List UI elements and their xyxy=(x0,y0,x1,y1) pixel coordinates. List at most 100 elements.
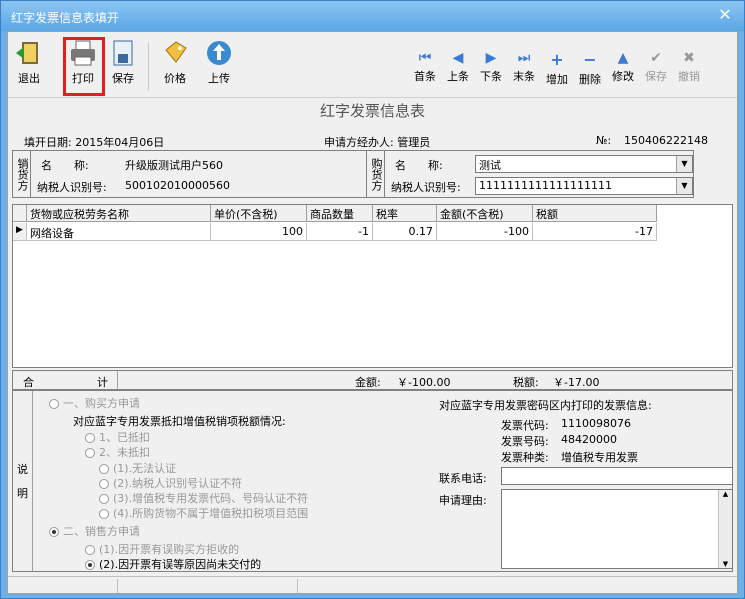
upload-label: 上传 xyxy=(208,72,230,85)
chevron-down-icon[interactable]: ▼ xyxy=(676,156,692,172)
col-header[interactable]: 货物或应税劳务名称 xyxy=(27,205,211,222)
upload-globe-icon xyxy=(207,41,231,65)
client-area: 退出 打印 保存 价格 上传 ⏮ 首条 ◀ 上条 ▶ 下条 ⏭ 末条 + 增加 … xyxy=(7,31,738,594)
save-button[interactable]: 保存 xyxy=(108,38,138,86)
seller-apply-label: 二、销售方申请 xyxy=(63,525,140,538)
scroll-down-icon[interactable]: ▼ xyxy=(719,560,732,568)
radio-icon xyxy=(85,433,95,443)
reason-textarea[interactable]: ▲ ▼ xyxy=(501,489,733,569)
row-header-corner xyxy=(13,205,27,222)
items-table[interactable]: 货物或应税劳务名称 单价(不含税) 商品数量 税率 金额(不含税) 税额 ▶ 网… xyxy=(12,204,733,368)
table-cell[interactable]: -100 xyxy=(437,223,533,241)
exit-button[interactable]: 退出 xyxy=(14,38,44,86)
radio-icon xyxy=(99,509,109,519)
radio-not-deducted[interactable]: 2、未抵扣 xyxy=(85,444,150,460)
next-button[interactable]: ▶ 下条 xyxy=(476,50,506,84)
title-bar: 红字发票信息表填开 ✕ xyxy=(1,1,744,31)
chevron-down-icon[interactable]: ▼ xyxy=(676,178,692,194)
table-cell[interactable]: 0.17 xyxy=(373,223,437,241)
radio-icon xyxy=(85,560,95,570)
add-label: 增加 xyxy=(546,73,568,86)
col-header[interactable]: 金额(不含税) xyxy=(437,205,533,222)
col-header[interactable]: 单价(不含税) xyxy=(211,205,307,222)
buyer-tax-combo[interactable]: 1111111111111111111 ▼ xyxy=(475,177,693,195)
last-button[interactable]: ⏭ 末条 xyxy=(509,50,539,84)
toolbar: 退出 打印 保存 价格 上传 ⏮ 首条 ◀ 上条 ▶ 下条 ⏭ 末条 + 增加 … xyxy=(8,32,737,98)
last-label: 末条 xyxy=(513,70,535,83)
buyer-name-value: 测试 xyxy=(479,159,501,172)
close-icon[interactable]: ✕ xyxy=(714,5,736,25)
seller-name-label: 名 称: xyxy=(41,159,89,172)
radio-sub2[interactable]: (2).纳税人识别号认证不符 xyxy=(99,475,242,491)
notes-side-label-2: 明 xyxy=(17,487,28,500)
prev-button[interactable]: ◀ 上条 xyxy=(443,50,473,84)
seller-tax-value: 500102010000560 xyxy=(125,179,230,192)
num-label: 发票号码: xyxy=(501,435,549,448)
price-label: 价格 xyxy=(164,72,186,85)
invoice-no-value: 150406222148 xyxy=(624,134,708,147)
table-cell[interactable]: -1 xyxy=(307,223,373,241)
buyer-name-combo[interactable]: 测试 ▼ xyxy=(475,155,693,173)
radio-sub1[interactable]: (1).无法认证 xyxy=(99,460,176,476)
radio-icon xyxy=(49,527,59,537)
s1-label: (1).因开票有误购买方拒收的 xyxy=(99,543,240,556)
toolbar-separator xyxy=(148,42,149,90)
notes-side: 说 明 xyxy=(13,391,33,571)
prev-icon: ◀ xyxy=(452,50,464,66)
radio-seller-apply[interactable]: 二、销售方申请 xyxy=(49,523,140,539)
seller-box: 销货方 名 称: 升级版测试用户560 纳税人识别号: 500102010000… xyxy=(12,150,368,198)
radio-buyer-apply[interactable]: 一、购买方申请 xyxy=(49,395,140,411)
radio-sub4[interactable]: (4).所购货物不属于增值税扣税项目范围 xyxy=(99,505,308,521)
radio-deducted[interactable]: 1、已抵扣 xyxy=(85,429,150,445)
sub1-label: (1).无法认证 xyxy=(113,462,177,475)
code-label: 发票代码: xyxy=(501,419,549,432)
buyer-box: 购货方 名 称: 测试 ▼ 纳税人识别号: 111111111111111111… xyxy=(366,150,694,198)
radio-icon xyxy=(85,545,95,555)
next-label: 下条 xyxy=(480,70,502,83)
sub4-label: (4).所购货物不属于增值税扣税项目范围 xyxy=(113,507,309,520)
table-cell[interactable]: -17 xyxy=(533,223,657,241)
invoice-no-label: №: xyxy=(596,134,612,147)
table-cell[interactable]: 网络设备 xyxy=(27,223,211,241)
scroll-up-icon[interactable]: ▲ xyxy=(719,490,732,498)
first-icon: ⏮ xyxy=(418,50,432,66)
deducted-label: 1、已抵扣 xyxy=(99,431,150,444)
status-bar xyxy=(8,576,737,594)
sub3-label: (3).增值税专用发票代码、号码认证不符 xyxy=(113,492,309,505)
seller-tax-label: 纳税人识别号: xyxy=(37,181,107,194)
first-button[interactable]: ⏮ 首条 xyxy=(410,50,440,84)
radio-s1[interactable]: (1).因开票有误购买方拒收的 xyxy=(85,541,239,557)
upload-button[interactable]: 上传 xyxy=(204,38,234,86)
add-button[interactable]: + 增加 xyxy=(542,50,572,87)
tax-total-label: 税额: xyxy=(513,376,539,389)
phone-input[interactable] xyxy=(501,467,733,485)
buyer-name-label: 名 称: xyxy=(395,159,443,172)
sub2-label: (2).纳税人识别号认证不符 xyxy=(113,477,243,490)
price-tag-icon xyxy=(165,41,187,63)
s2-label: (2).因开票有误等原因尚未交付的 xyxy=(99,558,262,571)
radio-s2[interactable]: (2).因开票有误等原因尚未交付的 xyxy=(85,556,261,572)
price-button[interactable]: 价格 xyxy=(160,38,190,86)
table-cell[interactable]: 100 xyxy=(211,223,307,241)
first-label: 首条 xyxy=(414,70,436,83)
col-header[interactable]: 税率 xyxy=(373,205,437,222)
delete-button[interactable]: − 删除 xyxy=(575,50,605,87)
save2-button[interactable]: ✔ 保存 xyxy=(641,50,671,84)
app-window: 红字发票信息表填开 ✕ 退出 打印 保存 价格 上传 ⏮ 首条 ◀ 上条 ▶ 下… xyxy=(0,0,745,599)
radio-sub3[interactable]: (3).增值税专用发票代码、号码认证不符 xyxy=(99,490,308,506)
not-deducted-label: 2、未抵扣 xyxy=(99,446,150,459)
print-highlight-box xyxy=(63,37,105,96)
form-title: 红字发票信息表 xyxy=(319,102,425,120)
plus-icon: + xyxy=(550,50,564,69)
reason-scrollbar[interactable]: ▲ ▼ xyxy=(718,490,732,568)
modify-button[interactable]: ▲ 修改 xyxy=(608,50,638,84)
col-header[interactable]: 税额 xyxy=(533,205,657,222)
col-header[interactable]: 商品数量 xyxy=(307,205,373,222)
radio-icon xyxy=(99,494,109,504)
code-value: 1110098076 xyxy=(561,417,631,430)
last-icon: ⏭ xyxy=(517,50,531,66)
right-title: 对应蓝字专用发票密码区内打印的发票信息: xyxy=(439,399,652,412)
radio-icon xyxy=(99,479,109,489)
cancel-button[interactable]: ✖ 撤销 xyxy=(674,50,704,84)
seller-name-value: 升级版测试用户560 xyxy=(125,159,223,172)
